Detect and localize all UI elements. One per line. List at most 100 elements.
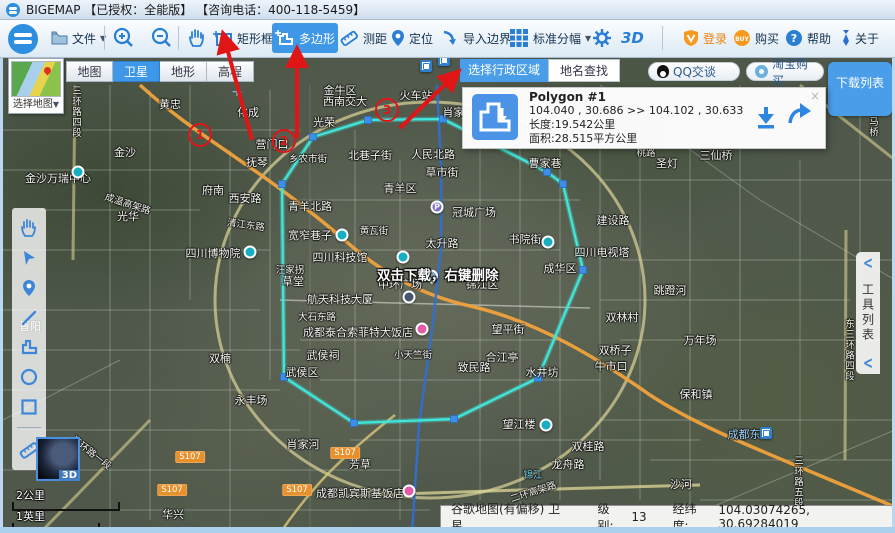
qq-penguin-icon [657, 65, 669, 78]
about-label: 关于 [855, 30, 879, 47]
title-bar: BIGEMAP 【已授权：全能版】 【咨询电话：400-118-5459】 [0, 0, 895, 20]
qq-chat-button[interactable]: QQ交谈 [648, 62, 740, 81]
ruler-icon [339, 29, 359, 47]
app-window: BIGEMAP 【已授权：全能版】 【咨询电话：400-118-5459】 文件… [0, 0, 895, 533]
zoom-in-button[interactable] [110, 23, 138, 53]
locate-button[interactable]: 定位 [388, 23, 436, 53]
grid-icon [509, 28, 529, 48]
map-type-tabs: 地图卫星地形高程 [66, 61, 254, 82]
marker-tool-icon[interactable] [22, 279, 36, 297]
pan-tool-icon[interactable] [19, 218, 39, 238]
help-icon: ? [785, 29, 803, 47]
tab-地图[interactable]: 地图 [66, 61, 113, 82]
main-toolbar: 文件▼ 矩形框 多边形 测距 定位 导入边界 [0, 20, 895, 58]
zoom-level-value: 13 [631, 510, 646, 524]
annotation-circle-1: 1 [188, 123, 212, 147]
polygon-tool-icon[interactable] [19, 338, 39, 356]
zoom-out-icon [151, 27, 173, 49]
annotation-circle-3: 3 [375, 98, 399, 122]
polygon-title: Polygon #1 [529, 90, 743, 104]
polygon-info-box: Polygon #1 104.040 , 30.686 >> 104.102 ,… [462, 87, 826, 149]
rectangle-tool-icon[interactable] [20, 398, 38, 416]
buy-icon: BUY [733, 29, 751, 47]
annotation-circle-2: 2 [272, 129, 296, 153]
download-list-button[interactable]: 下载列表 [828, 62, 892, 116]
svg-text:?: ? [791, 32, 797, 45]
3d-label: 3D [621, 29, 644, 47]
locate-label: 定位 [409, 30, 433, 47]
folder-icon [51, 31, 68, 45]
tab-place-search[interactable]: 地名查找 [548, 59, 620, 82]
panel-divider [17, 427, 41, 428]
polygon-info-text: Polygon #1 104.040 , 30.686 >> 104.102 ,… [529, 90, 743, 146]
tab-高程[interactable]: 高程 [207, 61, 254, 82]
tab-卫星[interactable]: 卫星 [113, 61, 160, 82]
import-boundary-button[interactable]: 导入边界 [438, 23, 514, 53]
layer-select-label: 选择地图▼ [11, 97, 61, 113]
import-boundary-label: 导入边界 [463, 30, 511, 47]
polygon-plus-icon [275, 29, 295, 47]
rectangle-select-label: 矩形框 [237, 30, 273, 47]
tab-地形[interactable]: 地形 [160, 61, 207, 82]
taobao-buy-button[interactable]: 淘宝购买 [746, 62, 824, 81]
scale-mi-label: 1英里 [16, 511, 120, 523]
toolbar-separator [104, 26, 105, 50]
share-button[interactable] [787, 102, 813, 130]
polygon-select-label: 多边形 [299, 30, 335, 47]
layer-select-button[interactable]: 选择地图▼ [8, 58, 64, 114]
window-border [0, 527, 895, 533]
app-logo-icon [6, 3, 20, 17]
tools-list-tab[interactable]: < 工具列表 < [856, 252, 880, 374]
help-button[interactable]: ? 帮助 [782, 23, 834, 53]
bigemap-menu-button[interactable] [8, 24, 38, 54]
file-label: 文件 [72, 30, 96, 47]
buy-label: 购买 [755, 30, 779, 47]
file-button[interactable]: 文件▼ [48, 23, 109, 53]
tie-icon [841, 29, 851, 47]
3d-preview-thumbnail[interactable]: 3D [36, 437, 80, 481]
polygon-hint-tooltip: 双击下载，右键删除 [377, 264, 499, 284]
import-arrow-icon [441, 29, 459, 47]
chevron-down-icon: ▼ [53, 100, 59, 109]
svg-text:BUY: BUY [735, 36, 749, 43]
login-button[interactable]: 登录 [680, 23, 730, 53]
tab-select-region[interactable]: 选择行政区域 [460, 59, 548, 82]
scale-km-label: 2公里 [16, 490, 120, 502]
help-label: 帮助 [807, 30, 831, 47]
window-title: BIGEMAP 【已授权：全能版】 【咨询电话：400-118-5459】 [26, 1, 365, 18]
zoom-out-button[interactable] [148, 23, 176, 53]
polygon-length: 长度:19.542公里 [529, 118, 743, 132]
pan-button[interactable] [184, 23, 210, 53]
toolbar-separator [662, 26, 663, 50]
hand-icon [187, 28, 207, 48]
map-scale: 2公里 1英里 [12, 490, 120, 532]
select-cursor-icon[interactable] [20, 249, 38, 267]
settings-button[interactable] [590, 23, 614, 53]
rectangle-select-button[interactable]: 矩形框 [210, 23, 276, 53]
close-icon[interactable]: × [810, 89, 820, 103]
polygon-download-icon[interactable] [472, 94, 518, 140]
standard-sheet-button[interactable]: 标准分幅▼ [506, 23, 594, 53]
polygon-range: 104.040 , 30.686 >> 104.102 , 30.633 [529, 104, 743, 118]
buy-button[interactable]: BUY 购买 [730, 23, 782, 53]
tools-list-label: 工具列表 [860, 283, 877, 343]
login-label: 登录 [703, 30, 727, 47]
drawing-tool-panel [12, 208, 46, 470]
polygon-select-button[interactable]: 多边形 [272, 23, 338, 53]
about-button[interactable]: 关于 [838, 23, 882, 53]
window-border [0, 57, 3, 533]
zoom-in-icon [113, 27, 135, 49]
measure-button[interactable]: 测距 [336, 23, 390, 53]
toolbar-separator [178, 26, 179, 50]
line-tool-icon[interactable] [20, 309, 38, 327]
polygon-area: 面积:28.515平方公里 [529, 132, 743, 146]
google-maps-thumbnail-icon [11, 61, 61, 97]
login-shield-icon [683, 29, 699, 47]
qq-chat-label: QQ交谈 [673, 63, 716, 80]
circle-tool-icon[interactable] [20, 368, 38, 386]
download-button[interactable] [755, 105, 777, 133]
chevron-left-icon: < [863, 253, 873, 273]
status-bar: 谷歌地图(有偏移) 卫星 级别: 13 经纬度: 104.03074265, 3… [440, 505, 893, 527]
view-3d-button[interactable]: 3D [618, 23, 647, 53]
taobao-icon [755, 65, 768, 78]
